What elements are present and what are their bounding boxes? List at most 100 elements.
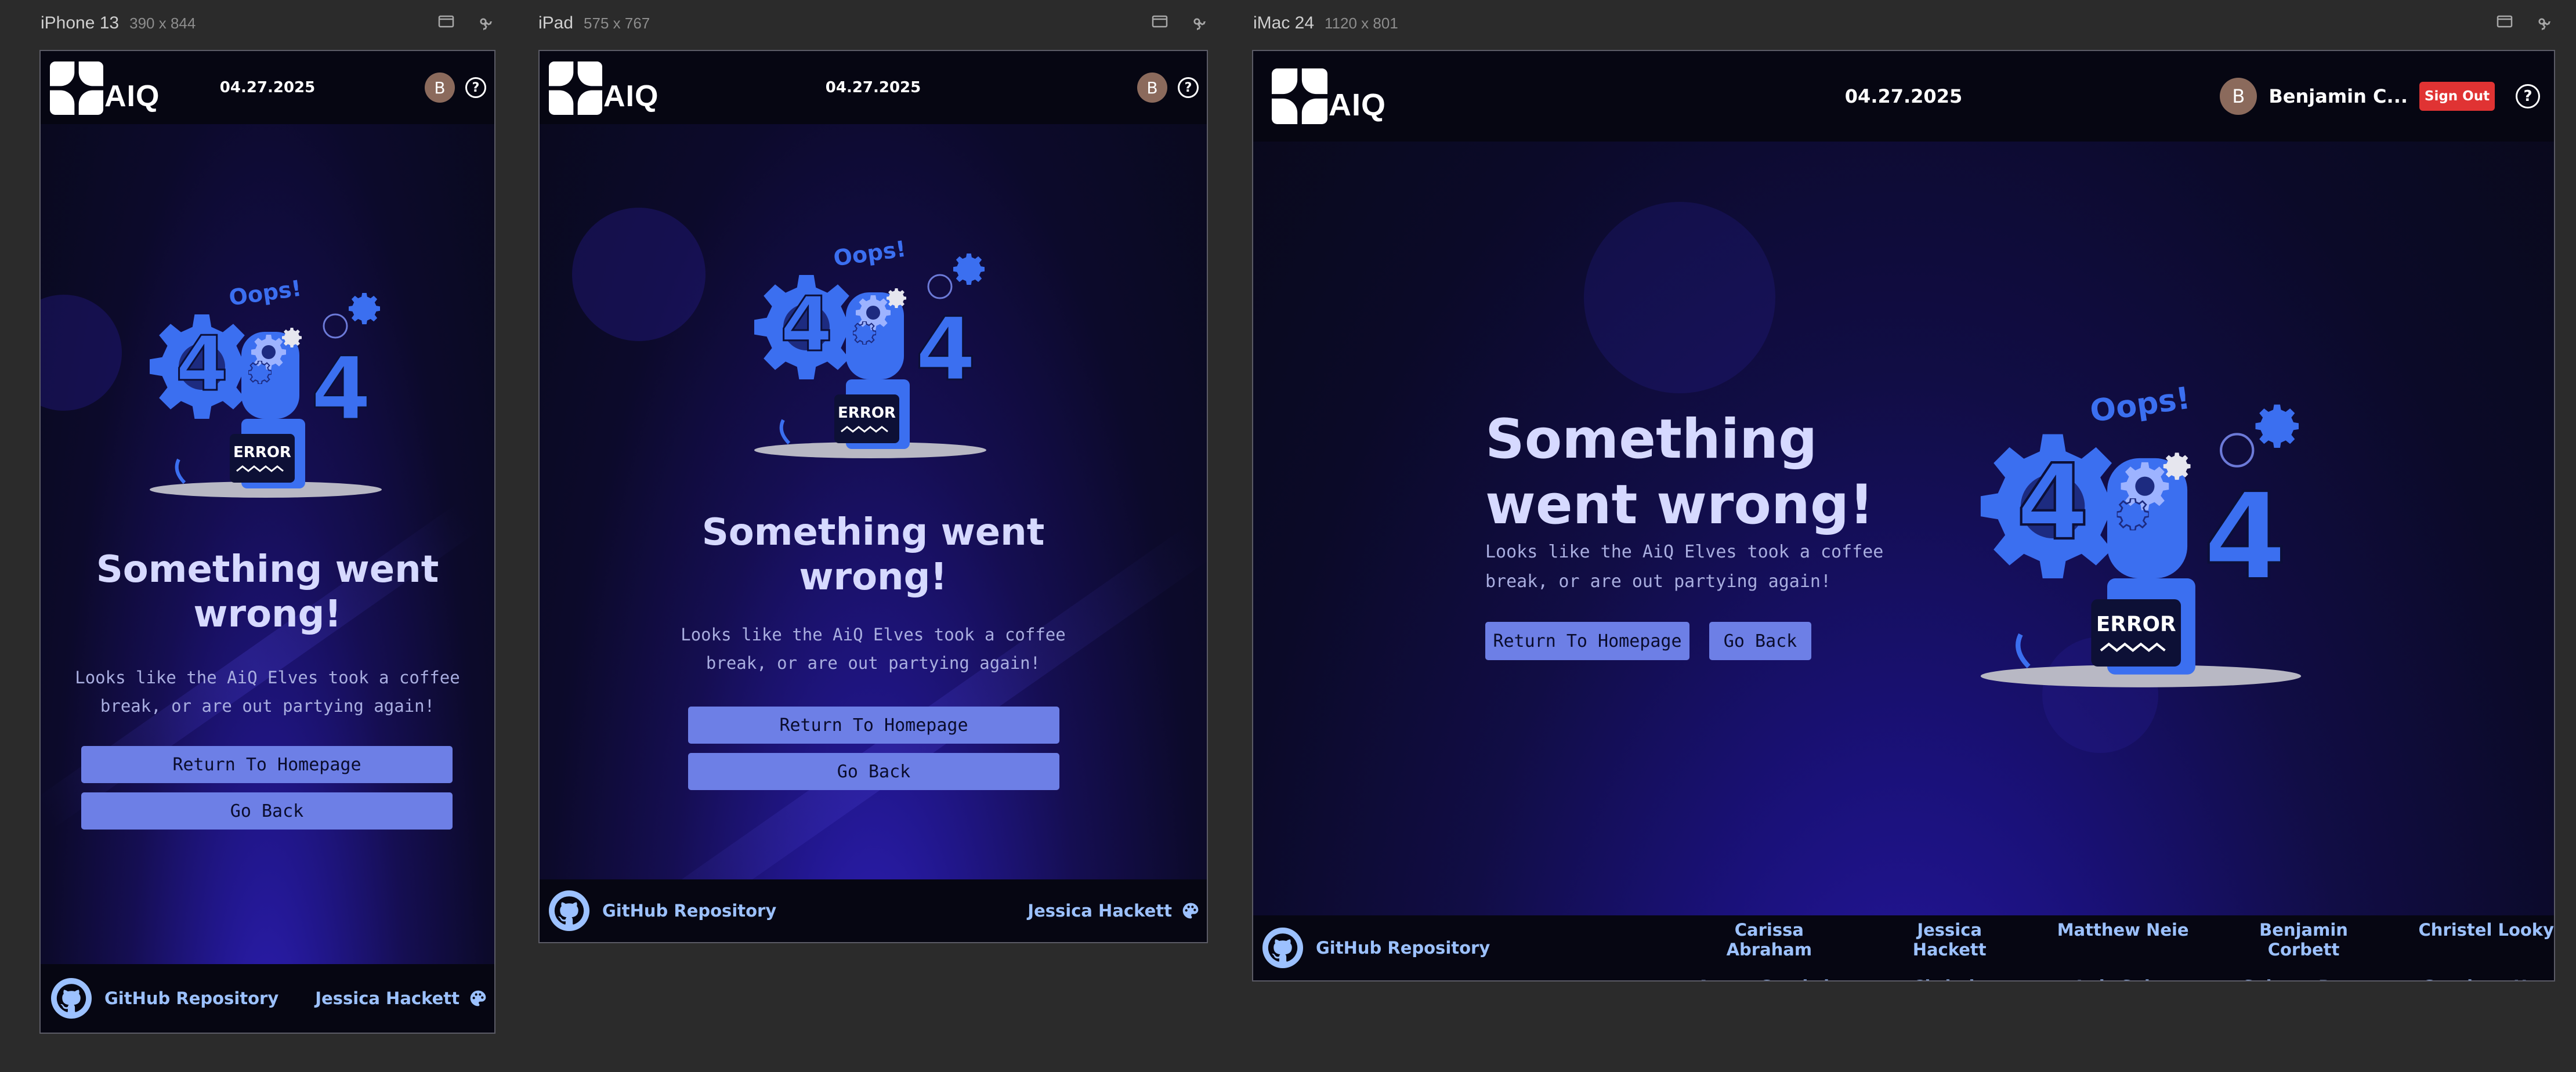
error-title-line1: Something went — [701, 511, 1045, 554]
header-user-tools: B ? — [1137, 73, 1199, 103]
logo-mark-icon — [1272, 68, 1327, 124]
device-name: iPad — [538, 13, 574, 32]
window-icon[interactable] — [436, 12, 456, 31]
header-bar: AIQ 04.27.2025 B Benjamin C... Sign Out … — [1253, 51, 2554, 142]
brand-name: AIQ — [104, 79, 160, 113]
credit-name[interactable]: Carissa Abraham — [1696, 920, 1842, 959]
palette-icon — [1181, 901, 1200, 920]
github-label: GitHub Repository — [1316, 938, 1490, 958]
iphone-frame: AIQ 04.27.2025 B ? 4 4 ERROR Oops! Somet… — [39, 50, 495, 1034]
error-title: Something went wrong! — [586, 510, 1160, 600]
error-message-line2: break, or are out partying again! — [1485, 571, 1832, 592]
error-message-line2: break, or are out partying again! — [100, 696, 435, 716]
help-icon[interactable]: ? — [465, 77, 486, 98]
user-name: Benjamin C... — [2269, 85, 2408, 107]
error-message-line1: Looks like the AiQ Elves took a coffee — [1485, 542, 1884, 562]
device-name: iMac 24 — [1253, 13, 1315, 32]
user-avatar[interactable]: B — [1137, 73, 1167, 103]
return-home-button[interactable]: Return To Homepage — [81, 746, 453, 783]
device-name: iPhone 13 — [41, 13, 120, 32]
device-dims: 575 x 767 — [584, 14, 650, 32]
logo-mark-icon — [549, 61, 602, 115]
window-icon[interactable] — [2495, 12, 2515, 31]
settings-gear-icon[interactable] — [473, 12, 493, 31]
return-home-button[interactable]: Return To Homepage — [1485, 622, 1689, 660]
error-message-line2: break, or are out partying again! — [705, 653, 1041, 673]
github-label: GitHub Repository — [104, 988, 279, 1008]
palette-icon — [469, 989, 487, 1008]
digit-four-left: 4 — [176, 320, 228, 408]
credit-name[interactable]: Jessica Hackett — [1883, 920, 2017, 959]
author-link[interactable]: Jessica Hackett — [315, 988, 487, 1008]
frame-caption-ipad: iPad 575 x 767 — [538, 13, 650, 34]
error-title: Something went wrong! — [1485, 407, 1874, 538]
credit-name[interactable]: Christin Martin — [1883, 977, 2017, 980]
frame-caption-iphone: iPhone 13 390 x 844 — [41, 13, 196, 34]
header-user-tools: B Benjamin C... Sign Out ? — [2220, 78, 2540, 115]
error-label: ERROR — [2096, 613, 2176, 636]
help-icon[interactable]: ? — [2516, 84, 2540, 108]
author-link[interactable]: Jessica Hackett — [1027, 901, 1200, 921]
brand-name: AIQ — [603, 79, 659, 113]
user-avatar[interactable]: B — [425, 73, 455, 103]
go-back-button[interactable]: Go Back — [688, 753, 1059, 790]
digit-four-left: 4 — [2017, 442, 2089, 563]
credit-name[interactable]: Sokuen Ryan — [2230, 977, 2378, 980]
imac-frame: AIQ 04.27.2025 B Benjamin C... Sign Out … — [1252, 50, 2555, 982]
digit-four-right: 4 — [2203, 467, 2286, 607]
footer-bar: GitHub Repository Carissa Abraham Jessic… — [1253, 915, 2554, 980]
404-illustration: 4 4 ERROR Oops! — [1980, 381, 2302, 687]
github-icon — [549, 890, 589, 931]
github-link[interactable]: GitHub Repository — [1262, 928, 1490, 968]
ipad-frame: AIQ 04.27.2025 B ? 4 4 ERROR Oops! Somet… — [538, 50, 1208, 943]
user-avatar[interactable]: B — [2220, 78, 2257, 115]
help-icon[interactable]: ? — [1178, 77, 1199, 98]
error-label: ERROR — [233, 444, 291, 461]
device-dims: 1120 x 801 — [1325, 14, 1398, 32]
credit-name[interactable]: Benjamin Corbett — [2230, 920, 2378, 959]
header-date: 04.27.2025 — [219, 79, 316, 96]
frame-caption-imac: iMac 24 1120 x 801 — [1253, 13, 1398, 34]
team-credits: Carissa Abraham Jessica Hackett Matthew … — [1696, 920, 2554, 980]
error-title-line2: went wrong! — [1485, 473, 1875, 537]
return-home-button[interactable]: Return To Homepage — [688, 707, 1059, 744]
error-title: Something went wrong! — [64, 548, 471, 637]
go-back-button[interactable]: Go Back — [1709, 622, 1811, 660]
author-name: Jessica Hackett — [1027, 901, 1172, 921]
oops-text: Oops! — [832, 236, 907, 271]
error-label: ERROR — [838, 404, 896, 422]
github-link[interactable]: GitHub Repository — [549, 890, 776, 931]
header-date: 04.27.2025 — [825, 79, 921, 96]
404-illustration: 4 4 ERROR Oops! — [150, 276, 382, 498]
error-message: Looks like the AiQ Elves took a coffee b… — [1485, 537, 1883, 596]
header-date: 04.27.2025 — [1844, 85, 1963, 107]
404-illustration: 4 4 ERROR Oops! — [754, 236, 986, 458]
credit-name[interactable]: Matthew Neie — [2057, 920, 2189, 959]
credit-name[interactable]: Luis Solar — [2057, 977, 2189, 980]
logo-mark-icon — [50, 61, 103, 115]
header-user-tools: B ? — [425, 73, 486, 103]
digit-four-right: 4 — [311, 339, 371, 440]
go-back-button[interactable]: Go Back — [81, 792, 453, 830]
brand-logo[interactable]: AIQ — [1272, 68, 1386, 124]
brand-logo[interactable]: AIQ — [549, 61, 659, 115]
credit-name[interactable]: Gentiana Han — [2418, 977, 2554, 980]
settings-gear-icon[interactable] — [2532, 12, 2552, 31]
header-bar: AIQ 04.27.2025 B ? — [540, 51, 1207, 124]
footer-bar: GitHub Repository Jessica Hackett — [540, 879, 1207, 942]
error-message: Looks like the AiQ Elves took a coffee b… — [52, 664, 483, 721]
footer-bar: GitHub Repository Jessica Hackett — [41, 964, 494, 1033]
brand-logo[interactable]: AIQ — [50, 61, 160, 115]
settings-gear-icon[interactable] — [1187, 12, 1207, 31]
window-icon[interactable] — [1150, 12, 1170, 31]
sign-out-button[interactable]: Sign Out — [2419, 82, 2495, 111]
github-icon — [51, 978, 92, 1019]
github-link[interactable]: GitHub Repository — [51, 978, 278, 1019]
brand-name: AIQ — [1329, 88, 1387, 122]
header-bar: AIQ 04.27.2025 B ? — [41, 51, 494, 124]
device-dims: 390 x 844 — [129, 14, 196, 32]
credit-name[interactable]: Christel Looky — [2418, 920, 2554, 959]
credit-name[interactable]: Aaron Goodwin — [1696, 977, 1842, 980]
error-title-line2: wrong! — [799, 555, 947, 599]
error-message-line1: Looks like the AiQ Elves took a coffee — [75, 668, 460, 687]
